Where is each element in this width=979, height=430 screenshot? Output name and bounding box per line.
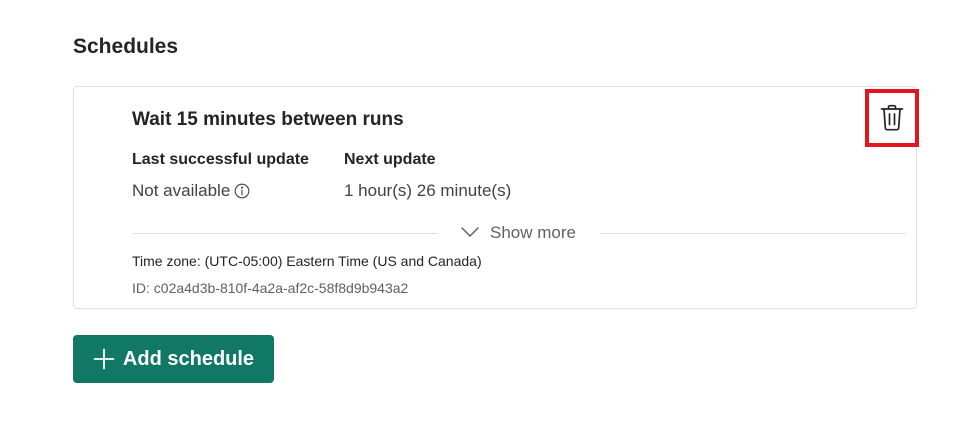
last-update-value: Not available: [132, 181, 231, 200]
next-update-column: Next update 1 hour(s) 26 minute(s): [344, 149, 511, 202]
plus-icon: [93, 348, 115, 370]
chevron-down-icon: [460, 223, 480, 243]
last-update-column: Last successful update Not available: [132, 149, 309, 202]
divider-right: [600, 233, 906, 234]
add-schedule-label: Add schedule: [122, 347, 255, 370]
last-update-value-row: Not available: [132, 180, 309, 202]
next-update-value-row: 1 hour(s) 26 minute(s): [344, 180, 511, 202]
show-more-button[interactable]: Show more: [460, 221, 576, 245]
schedule-id: ID: c02a4d3b-810f-4a2a-af2c-58f8d9b943a2: [132, 280, 409, 296]
info-icon[interactable]: [234, 183, 250, 199]
schedule-title: Wait 15 minutes between runs: [132, 109, 404, 130]
section-title: Schedules: [73, 35, 179, 58]
trash-icon: [879, 104, 905, 132]
show-more-row: Show more: [132, 221, 906, 245]
next-update-label: Next update: [344, 151, 436, 168]
schedule-card: Wait 15 minutes between runs Last succes…: [73, 86, 919, 309]
divider-left: [132, 233, 438, 234]
next-update-value: 1 hour(s) 26 minute(s): [344, 181, 512, 200]
delete-schedule-button[interactable]: [865, 89, 919, 147]
add-schedule-button[interactable]: Add schedule: [73, 335, 274, 383]
schedules-page: Schedules Wait 15 minutes between runs L…: [0, 0, 979, 430]
last-update-label: Last successful update: [132, 151, 309, 168]
timezone-text: Time zone: (UTC-05:00) Eastern Time (US …: [132, 253, 482, 269]
show-more-label: Show more: [490, 223, 576, 242]
